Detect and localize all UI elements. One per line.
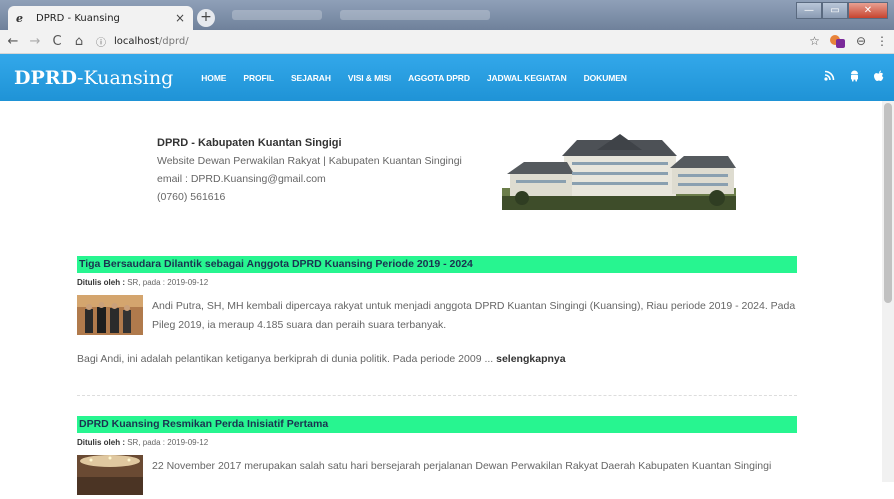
article-title[interactable]: DPRD Kuansing Resmikan Perda Inisiatif P… [77, 416, 797, 433]
toolbar-right: ☆ ⊖ ⋮ [809, 33, 888, 49]
main-menu: HOME PROFIL SEJARAH VISI & MISI AGGOTA D… [201, 73, 627, 83]
star-icon[interactable]: ☆ [809, 34, 820, 48]
ie-favicon-icon: e [16, 11, 23, 25]
byline-meta: SR, pada : 2019-09-12 [125, 278, 209, 287]
article-card: DPRD Kuansing Resmikan Perda Inisiatif P… [77, 416, 797, 499]
site-logo[interactable]: DPRD-Kuansing [14, 67, 173, 89]
article-byline: Ditulis oleh : SR, pada : 2019-09-12 [77, 438, 797, 447]
profile-icon[interactable]: ⊖ [856, 34, 866, 48]
back-icon[interactable]: ← [4, 34, 22, 49]
forward-icon[interactable]: → [26, 34, 44, 49]
article-thumbnail[interactable] [77, 455, 143, 495]
menu-profil[interactable]: PROFIL [243, 73, 274, 83]
apple-icon[interactable] [874, 70, 884, 85]
menu-sejarah[interactable]: SEJARAH [291, 73, 331, 83]
article-title[interactable]: Tiga Bersaudara Dilantik sebagai Anggota… [77, 256, 797, 273]
menu-jadwal-kegiatan[interactable]: JADWAL KEGIATAN [487, 73, 567, 83]
byline-label: Ditulis oleh : [77, 278, 125, 287]
article-excerpt: 22 November 2017 merupakan salah satu ha… [152, 460, 772, 472]
new-tab-button[interactable]: + [197, 9, 215, 27]
menu-visi-misi[interactable]: VISI & MISI [348, 73, 391, 83]
url-path: /dprd/ [158, 36, 189, 47]
browser-titlebar: e DPRD - Kuansing × + — ▭ ✕ [0, 0, 894, 30]
page-scrollbar[interactable] [882, 101, 894, 482]
window-controls: — ▭ ✕ [796, 2, 888, 19]
brand-light: Kuansing [83, 66, 174, 89]
close-window-button[interactable]: ✕ [848, 2, 888, 19]
byline-meta: SR, pada : 2019-09-12 [125, 438, 209, 447]
maximize-button[interactable]: ▭ [822, 2, 848, 19]
scrollbar-thumb[interactable] [884, 103, 892, 303]
menu-home[interactable]: HOME [201, 73, 226, 83]
tagline: Website Dewan Perwakilan Rakyat | Kabupa… [157, 155, 462, 167]
article-thumbnail[interactable] [77, 295, 143, 335]
site-header: DPRD-Kuansing HOME PROFIL SEJARAH VISI &… [0, 54, 894, 101]
minimize-button[interactable]: — [796, 2, 822, 19]
article-card: Tiga Bersaudara Dilantik sebagai Anggota… [77, 256, 797, 365]
article-body: 22 November 2017 merupakan salah satu ha… [77, 455, 797, 499]
article-byline: Ditulis oleh : SR, pada : 2019-09-12 [77, 278, 797, 287]
intro-block: DPRD - Kabupaten Kuantan Singigi Website… [157, 137, 497, 203]
article-more: Bagi Andi, ini adalah pelantikan ketigan… [77, 353, 797, 365]
android-icon[interactable] [849, 70, 860, 85]
menu-icon[interactable]: ⋮ [876, 34, 888, 48]
home-icon[interactable]: ⌂ [70, 34, 88, 49]
article-lead: Bagi Andi, ini adalah pelantikan ketigan… [77, 353, 497, 365]
reload-icon[interactable]: C [48, 34, 66, 49]
rss-icon[interactable] [824, 70, 835, 85]
dprd-building-photo [502, 126, 736, 210]
browser-tab[interactable]: e DPRD - Kuansing × [8, 6, 193, 30]
brand-bold: DPRD [14, 66, 78, 89]
menu-dokumen[interactable]: DOKUMEN [584, 73, 627, 83]
menu-anggota-dprd[interactable]: AGGOTA DPRD [408, 73, 470, 83]
url-host: localhost [114, 36, 159, 47]
social-icons [824, 70, 884, 85]
article-body: Andi Putra, SH, MH kembali dipercaya rak… [77, 295, 797, 339]
blurred-tab [340, 10, 490, 20]
tab-title: DPRD - Kuansing [36, 12, 120, 24]
tab-close-icon[interactable]: × [175, 11, 185, 25]
article-excerpt: Andi Putra, SH, MH kembali dipercaya rak… [152, 300, 796, 331]
url-bar[interactable]: ⓘ localhost/dprd/ [96, 32, 856, 52]
read-more-link[interactable]: selengkapnya [496, 353, 565, 365]
org-name: DPRD - Kabupaten Kuantan Singigi [157, 137, 342, 149]
extension-icon[interactable] [829, 33, 846, 49]
phone-line: (0760) 561616 [157, 191, 226, 203]
address-row: ← → C ⌂ ⓘ localhost/dprd/ ☆ ⊖ ⋮ [0, 30, 894, 54]
article-divider [77, 395, 797, 396]
email-line: email : DPRD.Kuansing@gmail.com [157, 173, 326, 185]
info-icon[interactable]: ⓘ [96, 34, 110, 49]
blurred-tab [232, 10, 322, 20]
byline-label: Ditulis oleh : [77, 438, 125, 447]
